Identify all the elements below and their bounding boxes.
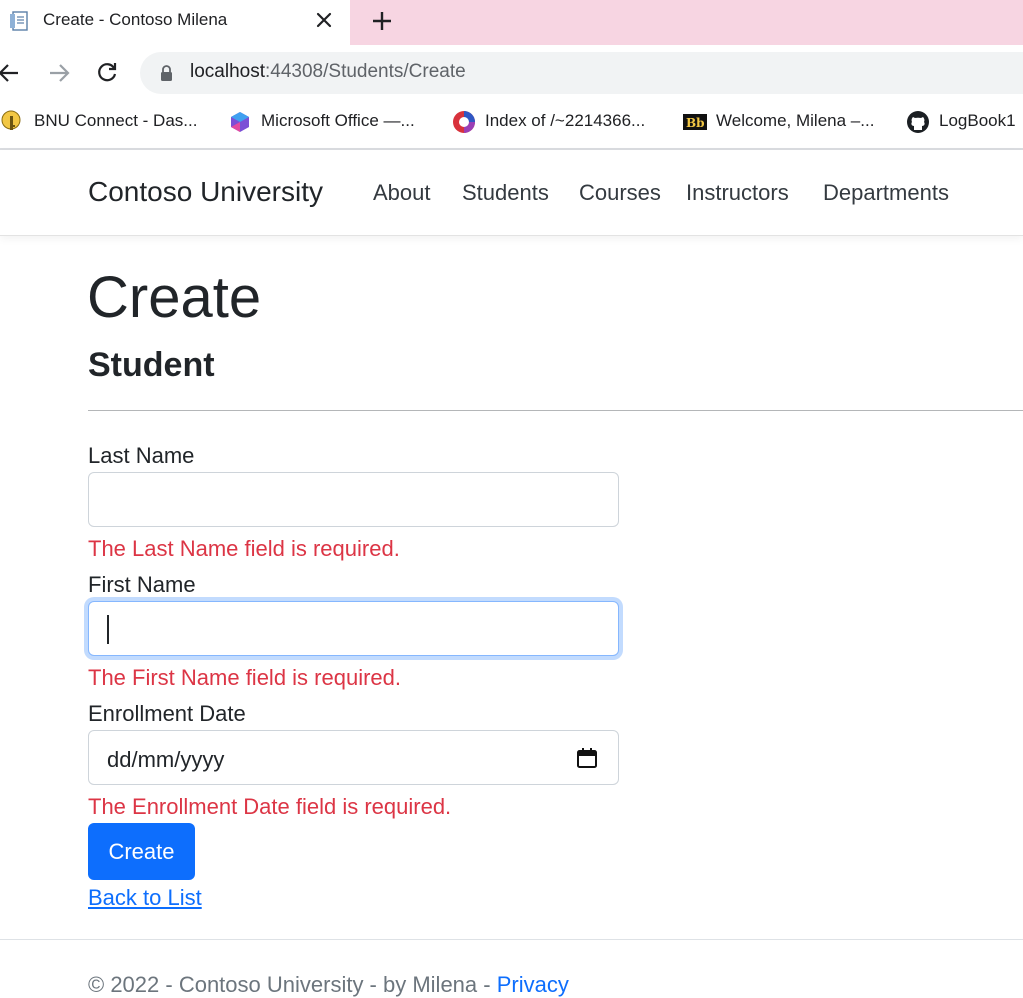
nav-courses[interactable]: Courses [579, 180, 661, 206]
browser-tab[interactable]: Create - Contoso Milena [0, 0, 350, 45]
address-bar[interactable]: localhost:44308/Students/Create [140, 52, 1023, 94]
enrollment-date-error: The Enrollment Date field is required. [88, 794, 452, 819]
url-path: :44308/Students/Create [265, 61, 466, 82]
bookmarks-bar: BNU Connect - Das... Microsoft Office —.… [0, 103, 1023, 150]
url-host: localhost [190, 61, 265, 82]
back-to-list-link[interactable]: Back to List [88, 885, 202, 911]
site-brand[interactable]: Contoso University [88, 176, 323, 208]
page-title: Create [87, 265, 262, 330]
last-name-error: The Last Name field is required. [88, 536, 400, 561]
key-icon [1, 110, 21, 130]
back-arrow-icon[interactable] [0, 60, 22, 86]
site-navbar: Contoso University About Students Course… [0, 150, 1023, 236]
bookmark-label: Welcome, Milena –... [716, 111, 875, 130]
footer-divider [0, 939, 1023, 940]
close-tab-icon[interactable] [314, 10, 334, 30]
nav-instructors[interactable]: Instructors [686, 180, 789, 206]
create-button[interactable]: Create [88, 823, 195, 880]
url-text[interactable]: localhost:44308/Students/Create [190, 61, 466, 83]
bookmark-label: Microsoft Office —... [261, 111, 415, 130]
date-placeholder: dd/mm/yyyy [107, 747, 225, 772]
tab-strip: Create - Contoso Milena [0, 0, 1023, 45]
first-name-error: The First Name field is required. [88, 665, 401, 690]
lock-icon[interactable] [160, 65, 173, 81]
bookmark-label: BNU Connect - Das... [34, 111, 198, 130]
last-name-input[interactable] [88, 472, 619, 527]
divider [88, 410, 1023, 411]
blackboard-icon: Bb [683, 114, 707, 130]
nav-students[interactable]: Students [462, 180, 549, 206]
first-name-input[interactable] [88, 601, 619, 656]
bookmark-label: Index of /~2214366... [485, 111, 646, 130]
enrollment-date-input[interactable]: dd/mm/yyyy [88, 730, 619, 785]
index-icon [453, 111, 475, 133]
forward-arrow-icon[interactable] [46, 60, 72, 86]
browser-toolbar: localhost:44308/Students/Create [0, 45, 1023, 103]
calendar-icon[interactable] [576, 747, 598, 769]
first-name-label: First Name [88, 572, 196, 597]
footer-text: © 2022 - Contoso University - by Milena … [88, 972, 497, 997]
office-icon [231, 112, 249, 132]
text-cursor [107, 615, 109, 644]
reload-icon[interactable] [94, 60, 120, 86]
svg-text:Bb: Bb [686, 116, 705, 130]
bookmark-label: LogBook1 [939, 111, 1016, 130]
footer: © 2022 - Contoso University - by Milena … [88, 972, 569, 998]
privacy-link[interactable]: Privacy [497, 972, 569, 997]
page-subtitle: Student [88, 346, 215, 384]
github-icon [907, 111, 929, 133]
nav-about[interactable]: About [373, 180, 431, 206]
tab-title: Create - Contoso Milena [43, 10, 228, 29]
page-favicon-icon [10, 11, 28, 31]
enrollment-date-label: Enrollment Date [88, 701, 246, 726]
last-name-label: Last Name [88, 443, 195, 468]
nav-departments[interactable]: Departments [823, 180, 949, 206]
new-tab-icon[interactable] [371, 10, 393, 32]
